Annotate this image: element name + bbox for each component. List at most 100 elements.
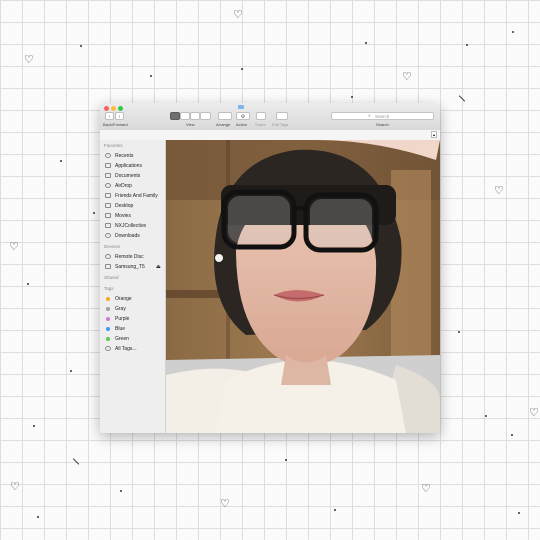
decor-dash: [458, 95, 466, 102]
tag-dot-icon: [106, 307, 110, 311]
film-icon: [105, 213, 111, 218]
toolbar: ‹ › Back/Forward View Arrange ⚙ Action S…: [100, 103, 440, 131]
action-button[interactable]: ⚙: [236, 112, 250, 120]
folder-icon: [105, 193, 111, 198]
sidebar-item-friends-and-family[interactable]: Friends And Family: [105, 192, 163, 200]
decor-dot: [512, 31, 514, 33]
decor-dash: [72, 458, 80, 465]
heart-icon: ♡: [9, 240, 19, 253]
disc-icon: [105, 254, 111, 259]
decor-dot: [150, 75, 152, 77]
tag-dot-icon: [106, 317, 110, 321]
heart-icon: ♡: [402, 70, 412, 83]
sidebar: Favorites Recents Applications Documents…: [100, 140, 166, 433]
decor-dot: [93, 212, 95, 214]
sidebar-item-documents[interactable]: Documents: [105, 172, 163, 180]
heart-icon: ♡: [529, 406, 539, 419]
list-view-button[interactable]: [180, 112, 190, 120]
back-forward-label: Back/Forward: [103, 122, 128, 127]
forward-button[interactable]: ›: [115, 112, 124, 120]
sidebar-item-movies[interactable]: Movies: [105, 212, 163, 220]
decor-dot: [334, 509, 336, 511]
share-button[interactable]: [256, 112, 266, 120]
sidebar-tag-green[interactable]: Green: [105, 335, 163, 343]
decor-dot: [285, 459, 287, 461]
heart-icon: ♡: [24, 53, 34, 66]
devices-header: Devices: [104, 244, 121, 249]
sidebar-tag-gray[interactable]: Gray: [105, 305, 163, 313]
decor-dot: [365, 42, 367, 44]
decor-dot: [33, 425, 35, 427]
decor-dot: [458, 331, 460, 333]
heart-icon: ♡: [421, 482, 431, 495]
arrange-button[interactable]: [218, 112, 232, 120]
edit-tags-label: Edit Tags: [272, 122, 289, 127]
heart-icon: ♡: [494, 184, 504, 197]
decor-dot: [60, 160, 62, 162]
arrange-label: Arrange: [216, 122, 231, 127]
heart-icon: ♡: [10, 480, 20, 493]
decor-dot: [27, 283, 29, 285]
folder-icon: [238, 105, 244, 109]
search-icon: ⌕: [368, 113, 371, 119]
back-button[interactable]: ‹: [105, 112, 114, 120]
drive-icon: [105, 264, 111, 269]
decor-dot: [351, 96, 353, 98]
tag-dot-icon: [106, 297, 110, 301]
decor-dot: [518, 512, 520, 514]
all-tags-icon: [105, 346, 111, 351]
minimize-window-button[interactable]: [111, 106, 116, 111]
download-icon: [105, 233, 111, 238]
finder-window: ‹ › Back/Forward View Arrange ⚙ Action S…: [100, 103, 440, 433]
photo-image: [166, 140, 440, 433]
action-label: Action: [236, 122, 248, 127]
scroll-button[interactable]: ▴: [431, 131, 437, 138]
sidebar-all-tags[interactable]: All Tags...: [105, 345, 163, 353]
heart-icon: ♡: [220, 497, 230, 510]
search-field[interactable]: ⌕: [331, 112, 434, 120]
zoom-window-button[interactable]: [118, 106, 123, 111]
sidebar-tag-purple[interactable]: Purple: [105, 315, 163, 323]
decor-dot: [120, 490, 122, 492]
eject-icon[interactable]: ⏏: [156, 263, 161, 271]
heart-icon: ♡: [233, 8, 243, 21]
folder-icon: [105, 223, 111, 228]
decor-dot: [466, 44, 468, 46]
decor-dot: [37, 516, 39, 518]
content-area: [166, 140, 440, 433]
sidebar-item-recents[interactable]: Recents: [105, 152, 163, 160]
edit-tags-button[interactable]: [276, 112, 288, 120]
icon-view-button[interactable]: [170, 112, 180, 120]
clock-icon: [105, 153, 111, 158]
view-label: View: [186, 122, 195, 127]
document-icon: [105, 173, 111, 178]
tag-dot-icon: [106, 337, 110, 341]
shared-header: Shared: [104, 275, 119, 280]
sidebar-item-remote-disc[interactable]: Remote Disc: [105, 253, 163, 261]
column-view-button[interactable]: [190, 112, 200, 120]
sidebar-tag-orange[interactable]: Orange: [105, 295, 163, 303]
decor-dot: [80, 45, 82, 47]
decor-dot: [485, 415, 487, 417]
gallery-view-button[interactable]: [200, 112, 211, 120]
sidebar-tag-blue[interactable]: Blue: [105, 325, 163, 333]
applications-icon: [105, 163, 111, 168]
tags-header: Tags: [104, 286, 114, 291]
tag-dot-icon: [106, 327, 110, 331]
sidebar-item-applications[interactable]: Applications: [105, 162, 163, 170]
share-label: Share: [255, 122, 266, 127]
sidebar-item-airdrop[interactable]: AirDrop: [105, 182, 163, 190]
search-input[interactable]: [375, 113, 425, 119]
decor-dot: [511, 434, 513, 436]
sidebar-item-desktop[interactable]: Desktop: [105, 202, 163, 210]
favorites-header: Favorites: [104, 143, 123, 148]
decor-dot: [70, 370, 72, 372]
close-window-button[interactable]: [104, 106, 109, 111]
search-label: Search: [376, 122, 389, 127]
desktop-icon: [105, 203, 111, 208]
decor-dot: [241, 68, 243, 70]
airdrop-icon: [105, 183, 111, 188]
sidebar-item-downloads[interactable]: Downloads: [105, 232, 163, 240]
sidebar-item-nxjcollective[interactable]: NXJCollective: [105, 222, 163, 230]
sidebar-item-samsung-t5[interactable]: Samsung_T5 ⏏: [105, 263, 163, 271]
